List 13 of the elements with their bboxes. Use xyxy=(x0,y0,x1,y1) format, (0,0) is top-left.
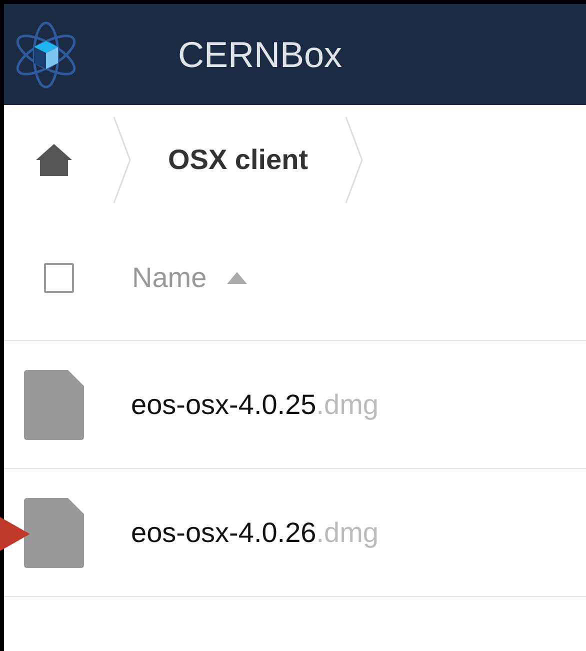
file-row[interactable]: eos-osx-4.0.26.dmg xyxy=(4,469,586,597)
chevron-separator-icon xyxy=(112,115,132,205)
file-icon xyxy=(24,370,84,440)
file-name[interactable]: eos-osx-4.0.26.dmg xyxy=(131,512,378,554)
app-title[interactable]: CERNBox xyxy=(178,28,342,82)
file-icon xyxy=(24,498,84,568)
file-name[interactable]: eos-osx-4.0.25.dmg xyxy=(131,384,378,426)
chevron-separator-icon xyxy=(344,115,364,205)
file-row[interactable]: eos-osx-4.0.25.dmg xyxy=(4,341,586,469)
home-icon[interactable] xyxy=(34,142,74,178)
select-all-checkbox[interactable] xyxy=(44,262,74,292)
breadcrumb-link[interactable]: OSX client xyxy=(168,139,308,181)
sort-up-icon[interactable] xyxy=(226,272,247,284)
